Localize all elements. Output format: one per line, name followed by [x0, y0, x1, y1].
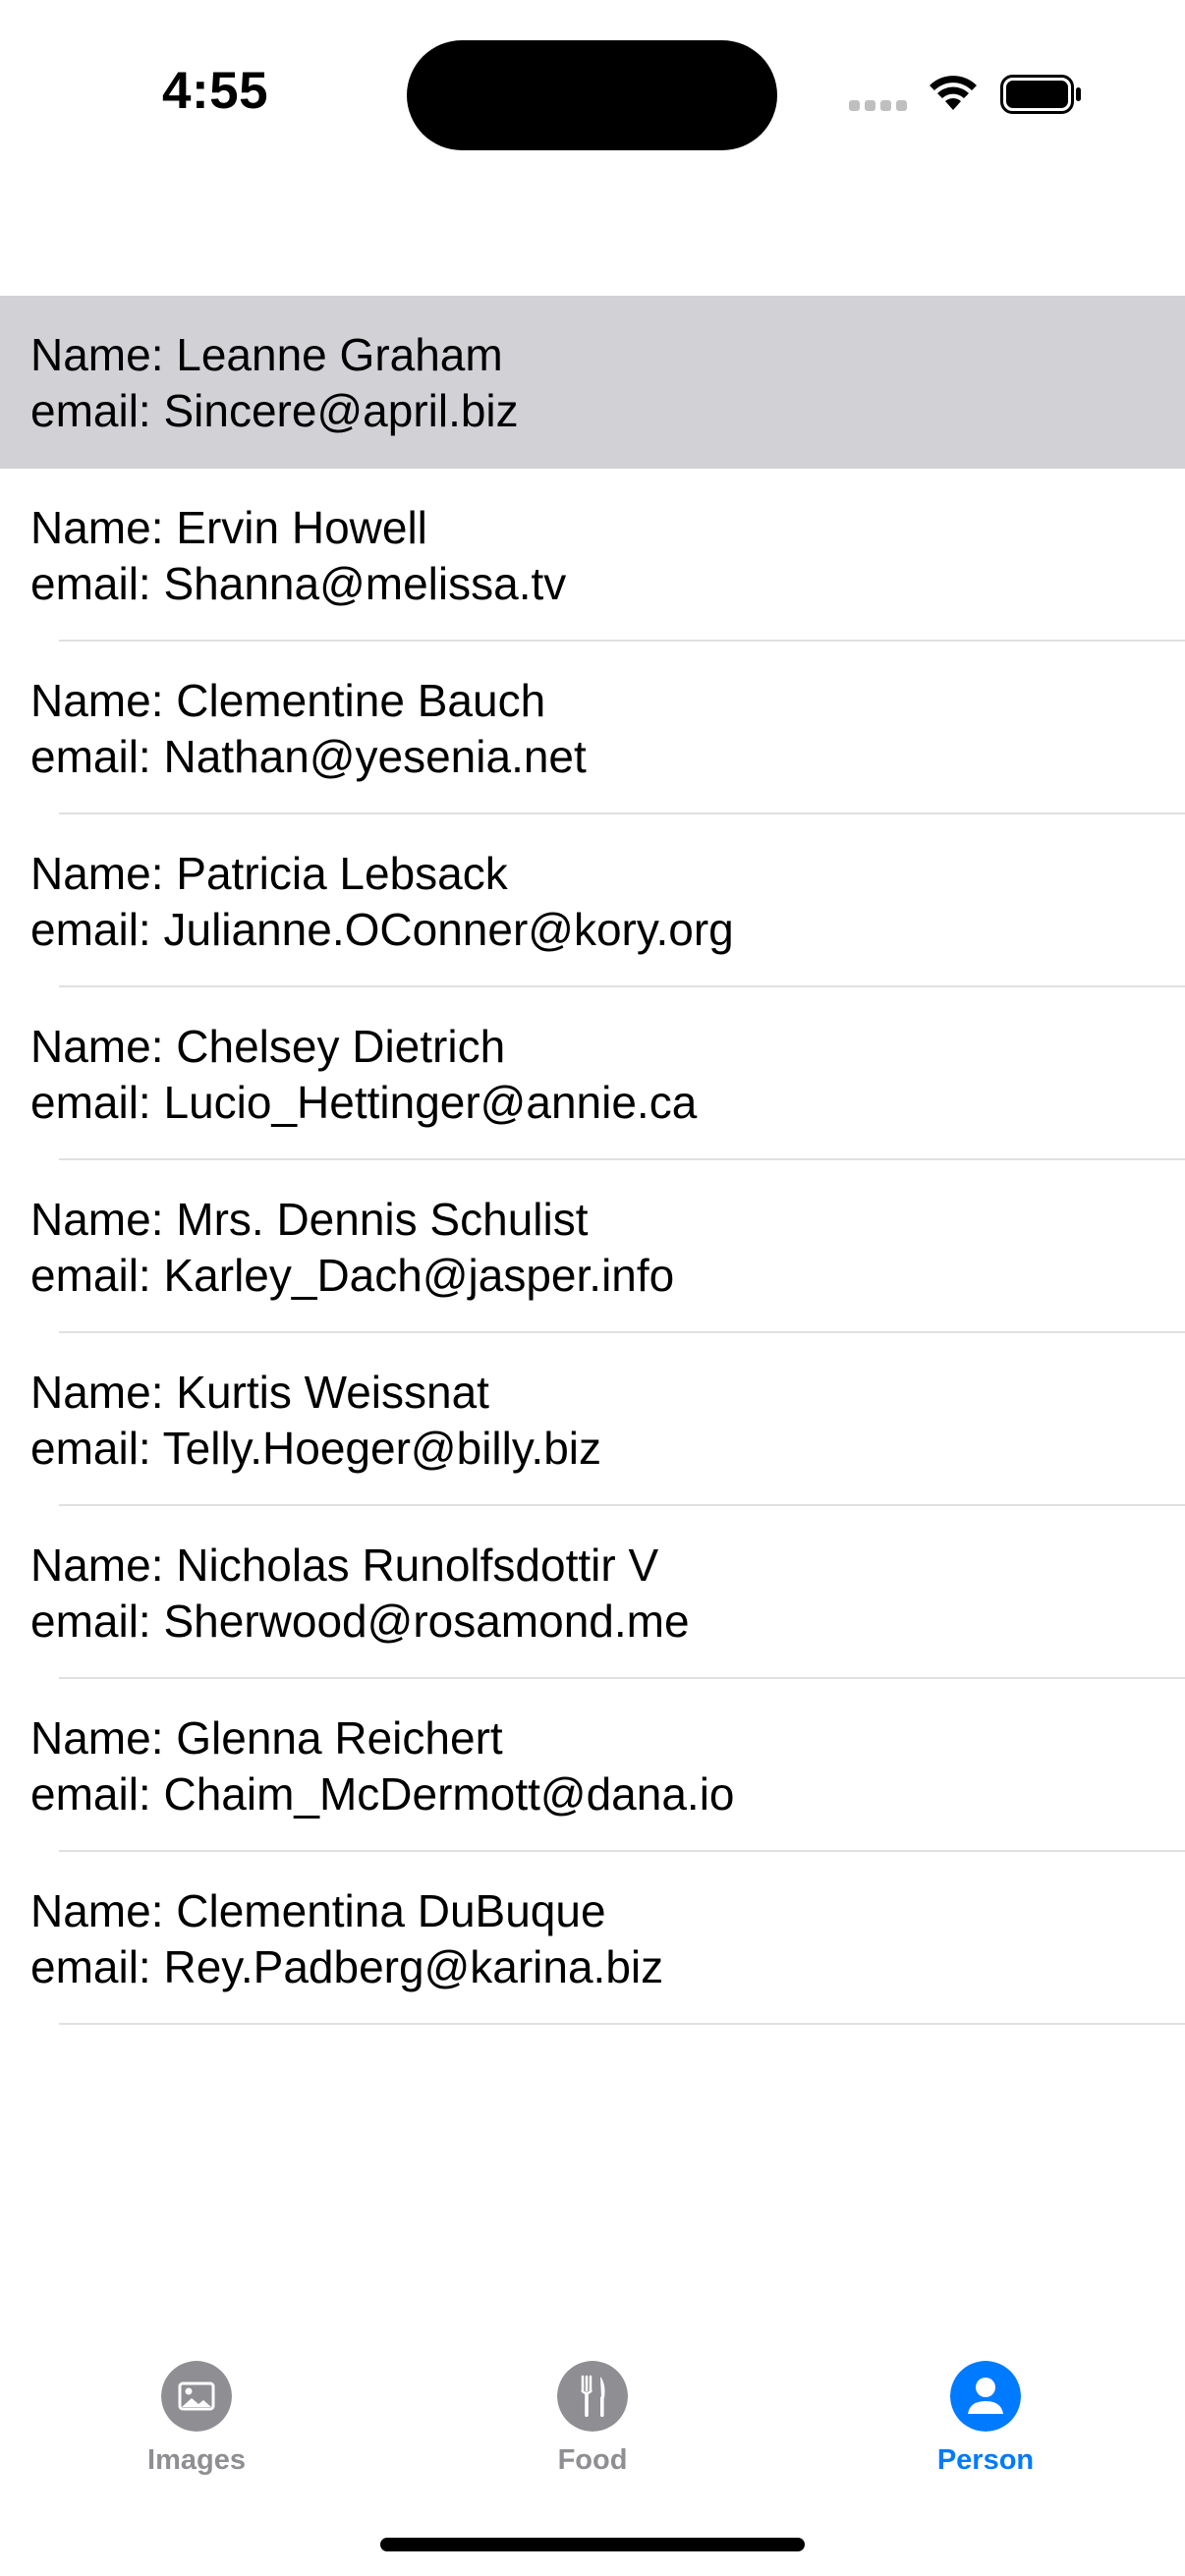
contact-name: Name: Nicholas Runolfsdottir V — [30, 1540, 659, 1591]
contact-email: email: Chaim_McDermott@dana.io — [30, 1768, 735, 1820]
list-item-text: Name: Kurtis Weissnat email: Telly.Hoege… — [30, 1365, 601, 1477]
contact-email: email: Lucio_Hettinger@annie.ca — [30, 1077, 698, 1128]
contact-name: Name: Ervin Howell — [30, 502, 427, 553]
contact-name: Name: Leanne Graham — [30, 329, 503, 380]
list-item-text: Name: Clementine Bauch email: Nathan@yes… — [30, 673, 587, 785]
person-icon — [950, 2361, 1021, 2432]
tab-food[interactable]: Food — [494, 2348, 691, 2486]
list-item-text: Name: Patricia Lebsack email: Julianne.O… — [30, 846, 734, 958]
home-indicator[interactable] — [380, 2538, 805, 2551]
tab-person-label: Person — [936, 2444, 1035, 2476]
list-item[interactable]: Name: Clementine Bauch email: Nathan@yes… — [0, 642, 1185, 814]
list-item-text: Name: Chelsey Dietrich email: Lucio_Hett… — [30, 1019, 697, 1131]
list-item-text: Name: Clementina DuBuque email: Rey.Padb… — [30, 1883, 663, 1995]
list-item[interactable]: Name: Mrs. Dennis Schulist email: Karley… — [0, 1160, 1185, 1333]
contact-name: Name: Glenna Reichert — [30, 1712, 503, 1764]
status-bar: 4:55 — [0, 0, 1185, 187]
status-time: 4:55 — [162, 62, 269, 120]
tab-images-label: Images — [147, 2444, 246, 2476]
list-item[interactable]: Name: Leanne Graham email: Sincere@april… — [0, 296, 1185, 469]
battery-icon — [1000, 75, 1081, 114]
contact-email: email: Sherwood@rosamond.me — [30, 1596, 690, 1647]
contact-list: Name: Leanne Graham email: Sincere@april… — [0, 296, 1185, 2025]
tab-person[interactable]: Person — [887, 2348, 1084, 2486]
contact-email: email: Julianne.OConner@kory.org — [30, 904, 734, 955]
photo-icon — [161, 2361, 232, 2432]
contact-email: email: Shanna@melissa.tv — [30, 558, 567, 609]
list-item[interactable]: Name: Kurtis Weissnat email: Telly.Hoege… — [0, 1333, 1185, 1506]
fork-knife-icon — [557, 2361, 628, 2432]
contact-name: Name: Clementine Bauch — [30, 675, 546, 726]
contact-email: email: Telly.Hoeger@billy.biz — [30, 1423, 602, 1474]
list-item[interactable]: Name: Ervin Howell email: Shanna@melissa… — [0, 469, 1185, 642]
list-item-text: Name: Ervin Howell email: Shanna@melissa… — [30, 500, 566, 612]
contact-name: Name: Mrs. Dennis Schulist — [30, 1194, 589, 1245]
cellular-signal-icon — [849, 100, 908, 112]
list-item[interactable]: Name: Nicholas Runolfsdottir V email: Sh… — [0, 1506, 1185, 1679]
contact-email: email: Nathan@yesenia.net — [30, 731, 587, 782]
contact-email: email: Rey.Padberg@karina.biz — [30, 1941, 664, 1992]
list-item[interactable]: Name: Glenna Reichert email: Chaim_McDer… — [0, 1679, 1185, 1852]
contact-name: Name: Patricia Lebsack — [30, 848, 508, 899]
list-item-text: Name: Glenna Reichert email: Chaim_McDer… — [30, 1710, 735, 1822]
contact-email: email: Karley_Dach@jasper.info — [30, 1250, 675, 1301]
wifi-icon — [930, 76, 977, 110]
contact-name: Name: Chelsey Dietrich — [30, 1021, 506, 1072]
contact-name: Name: Kurtis Weissnat — [30, 1367, 489, 1418]
contact-name: Name: Clementina DuBuque — [30, 1885, 606, 1936]
tab-food-label: Food — [557, 2444, 628, 2476]
tab-images[interactable]: Images — [98, 2348, 295, 2486]
dynamic-island — [407, 40, 777, 150]
tab-bar: Images Food Person — [0, 2338, 1185, 2486]
list-item-text: Name: Leanne Graham email: Sincere@april… — [30, 327, 519, 439]
contact-email: email: Sincere@april.biz — [30, 385, 519, 436]
list-item-text: Name: Nicholas Runolfsdottir V email: Sh… — [30, 1538, 690, 1650]
app-screen: 4:55 Name: Leanne Graham email: Sincere@… — [0, 0, 1185, 2576]
list-item-text: Name: Mrs. Dennis Schulist email: Karley… — [30, 1192, 674, 1304]
row-separator — [59, 2023, 1185, 2025]
list-item[interactable]: Name: Clementina DuBuque email: Rey.Padb… — [0, 1852, 1185, 2025]
list-item[interactable]: Name: Chelsey Dietrich email: Lucio_Hett… — [0, 987, 1185, 1160]
list-item[interactable]: Name: Patricia Lebsack email: Julianne.O… — [0, 814, 1185, 987]
